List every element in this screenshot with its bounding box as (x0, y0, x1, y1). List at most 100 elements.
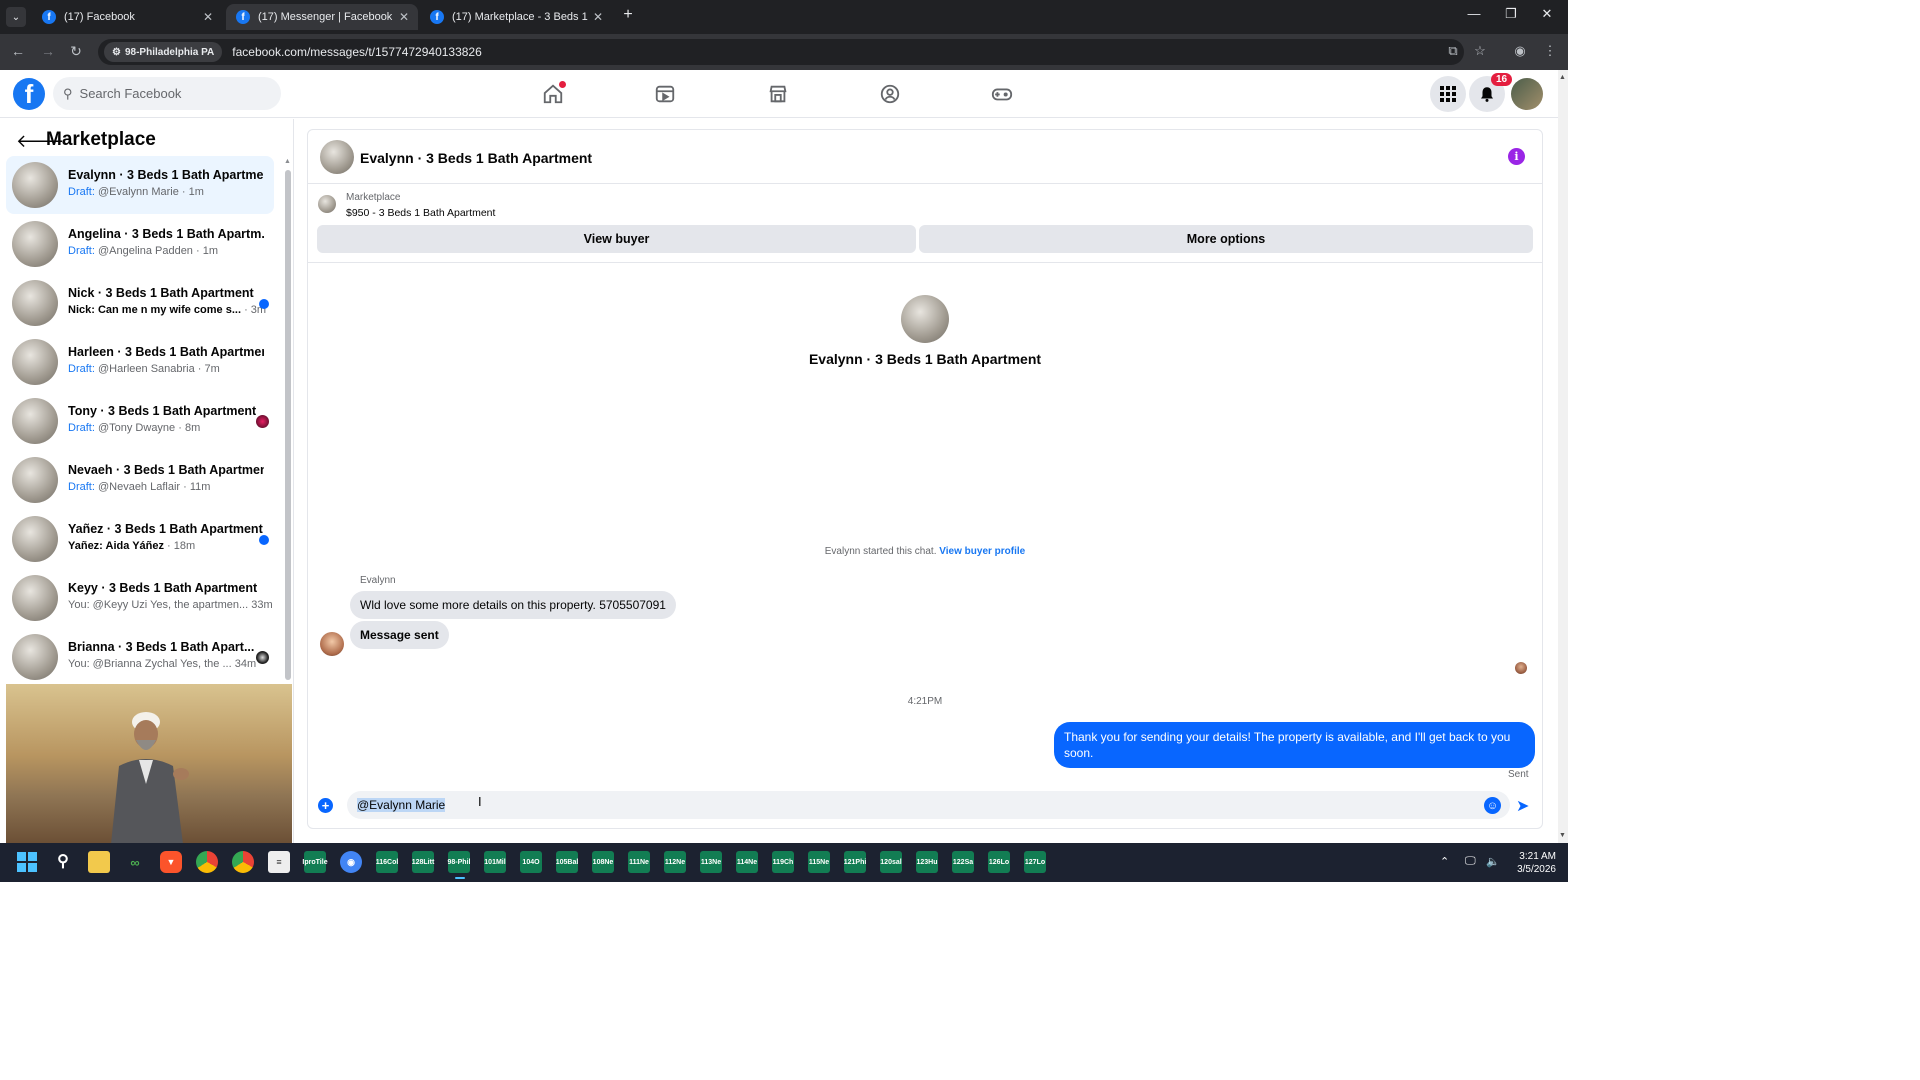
tab-search-icon[interactable]: ⌄ (6, 7, 26, 27)
conversation-item[interactable]: Yañez · 3 Beds 1 Bath Apartment Yañez: A… (6, 510, 274, 568)
windows-start-icon[interactable] (16, 851, 38, 873)
close-icon[interactable]: ✕ (200, 10, 216, 24)
conversation-item[interactable]: Harleen · 3 Beds 1 Bath Apartment Draft:… (6, 333, 274, 391)
scroll-down-icon[interactable]: ▼ (1559, 832, 1566, 839)
emoji-icon[interactable]: ☺ (1484, 797, 1501, 814)
brave-browser-icon[interactable]: ▼ (160, 851, 182, 873)
conversation-item[interactable]: Keyy · 3 Beds 1 Bath Apartment You: @Key… (6, 569, 274, 627)
browser-tab-messenger[interactable]: f (17) Messenger | Facebook ✕ (226, 4, 418, 30)
nav-gaming-icon[interactable] (988, 80, 1016, 108)
notepad-icon[interactable]: ≡ (268, 851, 290, 873)
taskbar-app-icon[interactable]: 101 Mil (484, 851, 506, 873)
app-icon[interactable]: ∞ (124, 851, 146, 873)
incoming-message[interactable]: Message sent (350, 621, 449, 649)
conversation-name: Angelina · 3 Beds 1 Bath Apartm... (68, 227, 264, 241)
taskbar-app-icon[interactable]: 126 Lo (988, 851, 1010, 873)
taskbar-app-icon[interactable]: 104 O (520, 851, 542, 873)
conversation-item[interactable]: Angelina · 3 Beds 1 Bath Apartm... Draft… (6, 215, 274, 273)
install-app-icon[interactable]: ⧉ (1443, 43, 1463, 59)
conversation-name: Nick · 3 Beds 1 Bath Apartment (68, 286, 254, 300)
listing-title[interactable]: $950 - 3 Beds 1 Bath Apartment (346, 207, 495, 219)
site-info-chip[interactable]: ⚙ 98-Philadelphia PA (104, 42, 223, 62)
message-input[interactable]: @Evalynn Marie (347, 791, 1510, 819)
windows-taskbar: ⚲ ∞ ▼ ≡ Ipro Tile ◉ 116 Col 128 Litt 98- Phi… (0, 843, 1568, 882)
message-timestamp: 4:21PM (907, 696, 943, 707)
new-tab-icon[interactable]: + (618, 6, 638, 24)
chrome-profile-icon[interactable] (232, 851, 254, 873)
profile-avatar[interactable] (901, 295, 949, 343)
chat-avatar[interactable] (320, 140, 354, 174)
taskbar-app-icon[interactable]: 113 Ne (700, 851, 722, 873)
window-close-icon[interactable]: ✕ (1532, 6, 1562, 22)
back-icon[interactable]: ← (8, 43, 28, 59)
taskbar-app-icon[interactable]: 122 Sa (952, 851, 974, 873)
scroll-up-icon[interactable]: ▲ (1559, 74, 1566, 81)
restore-icon[interactable]: ❐ (1496, 6, 1526, 22)
taskbar-app-icon[interactable]: 111 Ne (628, 851, 650, 873)
browser-menu-icon[interactable]: ⋮ (1540, 43, 1560, 59)
close-icon[interactable]: ✕ (590, 10, 606, 24)
conversation-item[interactable]: Nevaeh · 3 Beds 1 Bath Apartment Draft: … (6, 451, 274, 509)
taskbar-app-icon[interactable]: Ipro Tile (302, 851, 328, 873)
taskbar-app-icon[interactable]: 98- Phil (448, 851, 470, 873)
bookmark-star-icon[interactable]: ☆ (1470, 43, 1490, 59)
account-avatar[interactable] (1511, 78, 1543, 110)
view-buyer-profile-link[interactable]: View buyer profile (939, 546, 1025, 557)
taskbar-app-icon[interactable]: 114 Ne (736, 851, 758, 873)
tray-overflow-icon[interactable]: ⌃ (1440, 855, 1449, 868)
network-icon[interactable]: 🖵 (1465, 855, 1476, 868)
volume-icon[interactable]: 🔈 (1486, 855, 1500, 868)
sidebar-scrollbar[interactable] (285, 170, 291, 680)
bell-icon (1481, 87, 1493, 102)
search-input[interactable]: ⚲ Search Facebook (53, 77, 281, 110)
browser-tab-facebook[interactable]: f (17) Facebook ✕ (32, 4, 222, 30)
draft-label: Draft: (68, 363, 95, 375)
taskbar-app-icon[interactable]: 121 Phi (844, 851, 866, 873)
view-buyer-button[interactable]: View buyer (317, 225, 916, 253)
taskbar-app-icon[interactable]: 120 sal (880, 851, 902, 873)
taskbar-app-icon[interactable]: 128 Litt (412, 851, 434, 873)
info-icon[interactable]: i (1508, 148, 1525, 165)
taskbar-app-icon[interactable]: 119 Ch (772, 851, 794, 873)
nav-marketplace-icon[interactable] (764, 80, 792, 108)
menu-grid-button[interactable] (1430, 76, 1466, 112)
conversation-item[interactable]: Nick · 3 Beds 1 Bath Apartment Nick: Can… (6, 274, 274, 332)
taskbar-app-icon[interactable]: 123 Hu (916, 851, 938, 873)
conversation-item[interactable]: Evalynn · 3 Beds 1 Bath Apartment Draft:… (6, 156, 274, 214)
sender-avatar[interactable] (320, 632, 344, 656)
facebook-logo-icon[interactable]: f (13, 78, 45, 110)
forward-icon[interactable]: → (38, 43, 58, 59)
conversation-item[interactable]: Tony · 3 Beds 1 Bath Apartment Draft: @T… (6, 392, 274, 450)
browser-tab-marketplace[interactable]: f (17) Marketplace - 3 Beds 1 Bat ✕ (420, 4, 612, 30)
close-icon[interactable]: ✕ (396, 10, 412, 24)
taskbar-app-icon[interactable]: ◉ (340, 851, 362, 873)
chat-title[interactable]: Evalynn · 3 Beds 1 Bath Apartment (360, 150, 592, 166)
search-icon[interactable]: ⚲ (52, 851, 74, 873)
picture-in-picture-video[interactable] (6, 684, 292, 844)
taskbar-app-icon[interactable]: 115 Ne (808, 851, 830, 873)
taskbar-app-icon[interactable]: 112 Ne (664, 851, 686, 873)
reload-icon[interactable]: ↻ (66, 43, 86, 60)
outgoing-message[interactable]: Thank you for sending your details! The … (1054, 722, 1535, 768)
address-bar: ← → ↻ ⚙ 98-Philadelphia PA facebook.com/m… (0, 34, 1568, 70)
clock-date: 3/5/2026 (1517, 864, 1556, 875)
nav-groups-icon[interactable] (876, 80, 904, 108)
taskbar-app-icon[interactable]: 127 Lo (1024, 851, 1046, 873)
plus-icon[interactable]: + (318, 798, 333, 813)
taskbar-clock[interactable]: 3:21 AM 3/5/2026 (1506, 850, 1556, 876)
nav-video-icon[interactable] (651, 80, 679, 108)
profile-icon[interactable]: ◉ (1510, 43, 1530, 59)
file-explorer-icon[interactable] (88, 851, 110, 873)
send-icon[interactable]: ➤ (1516, 796, 1529, 816)
incoming-message[interactable]: Wld love some more details on this prope… (350, 591, 676, 619)
url-field[interactable]: ⚙ 98-Philadelphia PA facebook.com/message… (98, 39, 1464, 65)
taskbar-app-icon[interactable]: 108 Ne (592, 851, 614, 873)
taskbar-app-icon[interactable]: 105 Bal (556, 851, 578, 873)
minimize-icon[interactable]: — (1459, 6, 1489, 21)
page-scrollbar[interactable]: ▲ ▼ (1558, 70, 1568, 843)
conversation-item[interactable]: Brianna · 3 Beds 1 Bath Apart... You: @B… (6, 628, 274, 686)
taskbar-app-icon[interactable]: 116 Col (376, 851, 398, 873)
chrome-icon[interactable] (196, 851, 218, 873)
more-options-button[interactable]: More options (919, 225, 1533, 253)
sidebar-scroll-up-icon[interactable]: ▲ (284, 158, 291, 165)
